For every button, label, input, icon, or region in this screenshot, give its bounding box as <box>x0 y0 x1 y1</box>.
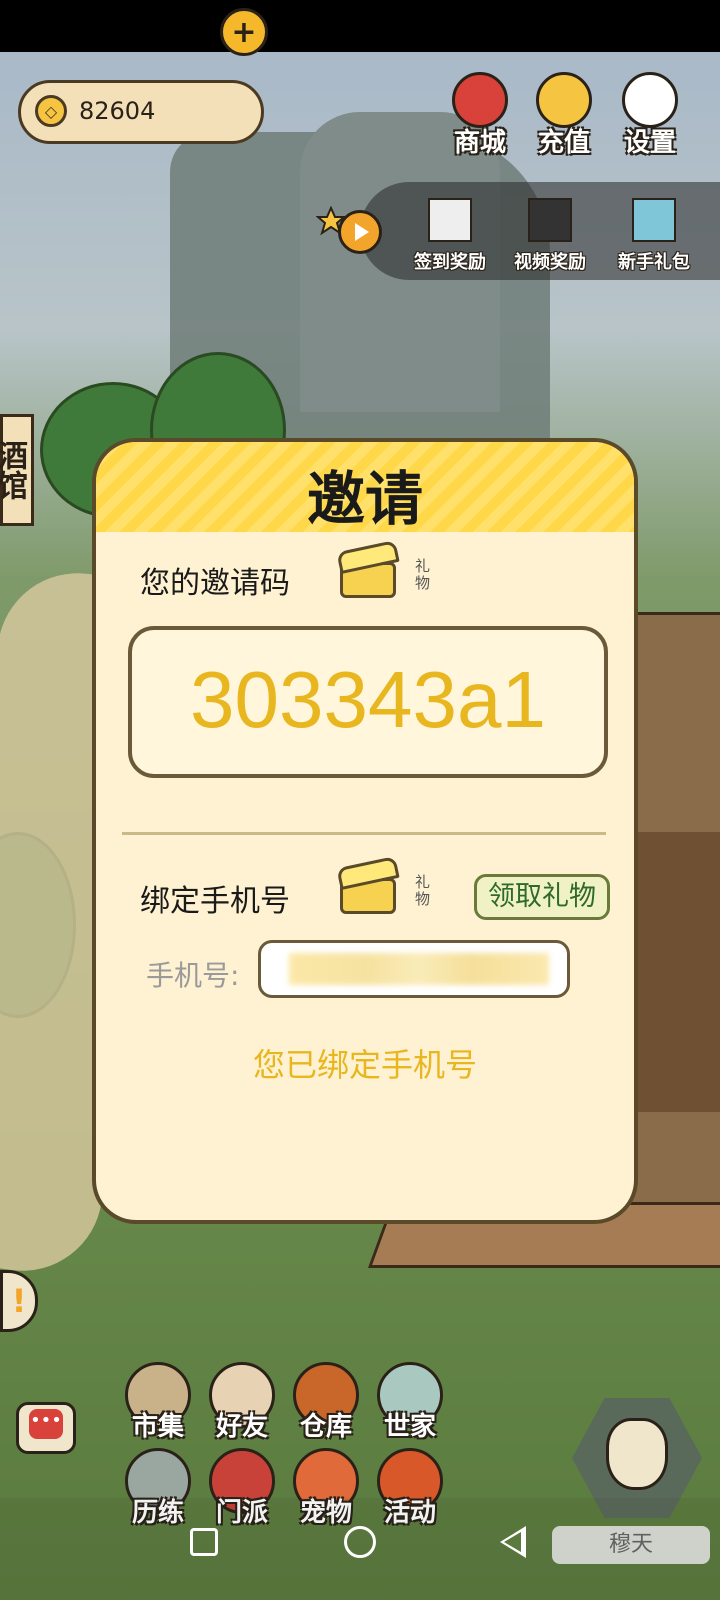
gift-chest-icon <box>334 540 402 600</box>
gear-icon <box>622 72 678 128</box>
add-currency-button[interactable]: + <box>220 8 268 56</box>
currency-value: 82604 <box>79 97 156 125</box>
recharge-button[interactable]: 充值 <box>524 72 604 159</box>
gift-chest-icon <box>334 856 402 916</box>
reward-bar-toggle[interactable] <box>316 206 386 256</box>
modal-title: 邀请 <box>306 465 423 533</box>
bound-status-text: 您已绑定手机号 <box>252 1046 477 1084</box>
status-bar <box>0 0 720 52</box>
phone-number-field[interactable] <box>258 940 570 998</box>
chat-button[interactable]: ••• <box>16 1402 76 1454</box>
shop-button[interactable]: 商城 <box>440 72 520 159</box>
invite-code: 303343a1 <box>190 655 546 744</box>
gift-label: 礼物 <box>413 874 431 908</box>
divider <box>122 832 606 835</box>
video-reward-button[interactable]: 视频奖励 <box>500 198 600 274</box>
back-icon[interactable] <box>500 1526 526 1558</box>
recent-apps-icon[interactable] <box>190 1528 218 1556</box>
shop-bag-icon <box>452 72 508 128</box>
home-icon[interactable] <box>344 1526 376 1558</box>
redacted-phone-number <box>289 953 549 985</box>
chat-bubble-icon: ••• <box>29 1409 63 1439</box>
coin-icon: ◇ <box>35 95 67 127</box>
invite-modal: 邀请 您的邀请码 礼物 303343a1 绑定手机号 礼物 领取礼物 手机号: … <box>92 438 638 1224</box>
currency-display: ◇ 82604 <box>18 80 264 144</box>
gold-ingot-icon <box>536 72 592 128</box>
signin-reward-button[interactable]: 签到奖励 <box>400 198 500 274</box>
calendar-icon <box>428 198 472 242</box>
clapperboard-icon <box>528 198 572 242</box>
newbie-gift-button[interactable]: 新手礼包 <box>604 198 704 274</box>
market-button[interactable]: 市集 <box>118 1362 198 1443</box>
avatar <box>606 1418 668 1490</box>
tavern-sign[interactable]: 酒馆 <box>0 414 34 526</box>
clan-button[interactable]: 世家 <box>370 1362 450 1443</box>
claim-gift-button[interactable]: 领取礼物 <box>474 874 610 920</box>
bind-phone-label: 绑定手机号 <box>140 884 290 919</box>
settings-button[interactable]: 设置 <box>610 72 690 159</box>
invite-code-box[interactable]: 303343a1 <box>128 626 608 778</box>
friends-button[interactable]: 好友 <box>202 1362 282 1443</box>
gift-label: 礼物 <box>413 558 431 592</box>
treasure-chest-icon <box>632 198 676 242</box>
warehouse-button[interactable]: 仓库 <box>286 1362 366 1443</box>
play-icon <box>338 210 382 254</box>
invite-code-label: 您的邀请码 <box>140 566 290 601</box>
phone-label: 手机号: <box>146 959 240 992</box>
